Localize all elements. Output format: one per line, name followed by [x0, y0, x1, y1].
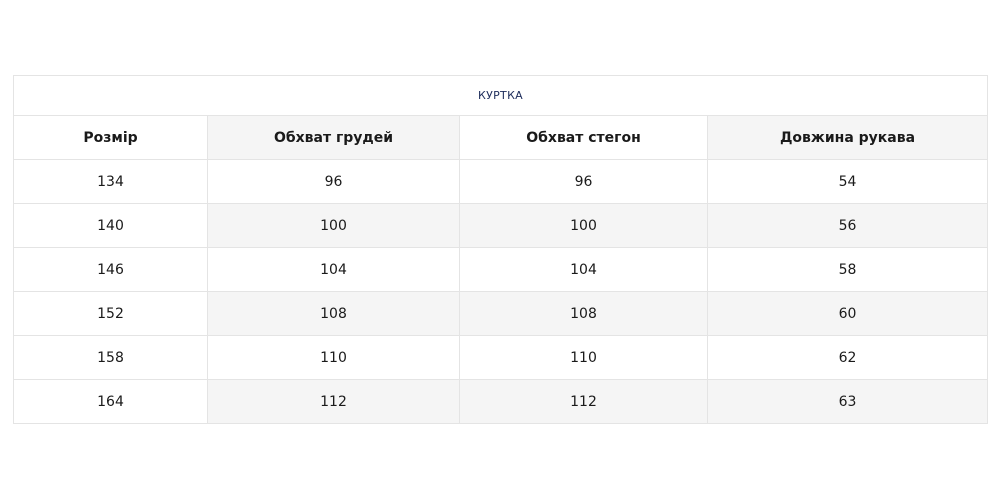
- cell-chest: 104: [207, 247, 460, 292]
- cell-size: 140: [13, 203, 208, 248]
- cell-size: 164: [13, 379, 208, 424]
- table-row: 134 96 96 54: [13, 159, 988, 204]
- cell-sleeve-length: 56: [707, 203, 988, 248]
- cell-hips: 112: [459, 379, 708, 424]
- cell-size: 146: [13, 247, 208, 292]
- header-size: Розмір: [13, 115, 208, 160]
- table-row: 164 112 112 63: [13, 379, 988, 424]
- cell-hips: 108: [459, 291, 708, 336]
- caption-row: КУРТКА: [13, 75, 988, 116]
- cell-hips: 96: [459, 159, 708, 204]
- header-row: Розмір Обхват грудей Обхват стегон Довжи…: [13, 115, 988, 160]
- cell-sleeve-length: 62: [707, 335, 988, 380]
- size-chart-table: КУРТКА Розмір Обхват грудей Обхват стего…: [13, 75, 988, 424]
- table-row: 140 100 100 56: [13, 203, 988, 248]
- cell-sleeve-length: 58: [707, 247, 988, 292]
- table-row: 146 104 104 58: [13, 247, 988, 292]
- cell-hips: 110: [459, 335, 708, 380]
- cell-size: 134: [13, 159, 208, 204]
- cell-chest: 112: [207, 379, 460, 424]
- table-row: 158 110 110 62: [13, 335, 988, 380]
- cell-size: 158: [13, 335, 208, 380]
- table-caption: КУРТКА: [13, 75, 988, 116]
- cell-sleeve-length: 54: [707, 159, 988, 204]
- cell-size: 152: [13, 291, 208, 336]
- cell-chest: 100: [207, 203, 460, 248]
- header-hips: Обхват стегон: [459, 115, 708, 160]
- cell-sleeve-length: 60: [707, 291, 988, 336]
- header-sleeve-length: Довжина рукава: [707, 115, 988, 160]
- cell-sleeve-length: 63: [707, 379, 988, 424]
- table-row: 152 108 108 60: [13, 291, 988, 336]
- cell-hips: 104: [459, 247, 708, 292]
- header-chest: Обхват грудей: [207, 115, 460, 160]
- cell-chest: 108: [207, 291, 460, 336]
- cell-chest: 110: [207, 335, 460, 380]
- cell-chest: 96: [207, 159, 460, 204]
- cell-hips: 100: [459, 203, 708, 248]
